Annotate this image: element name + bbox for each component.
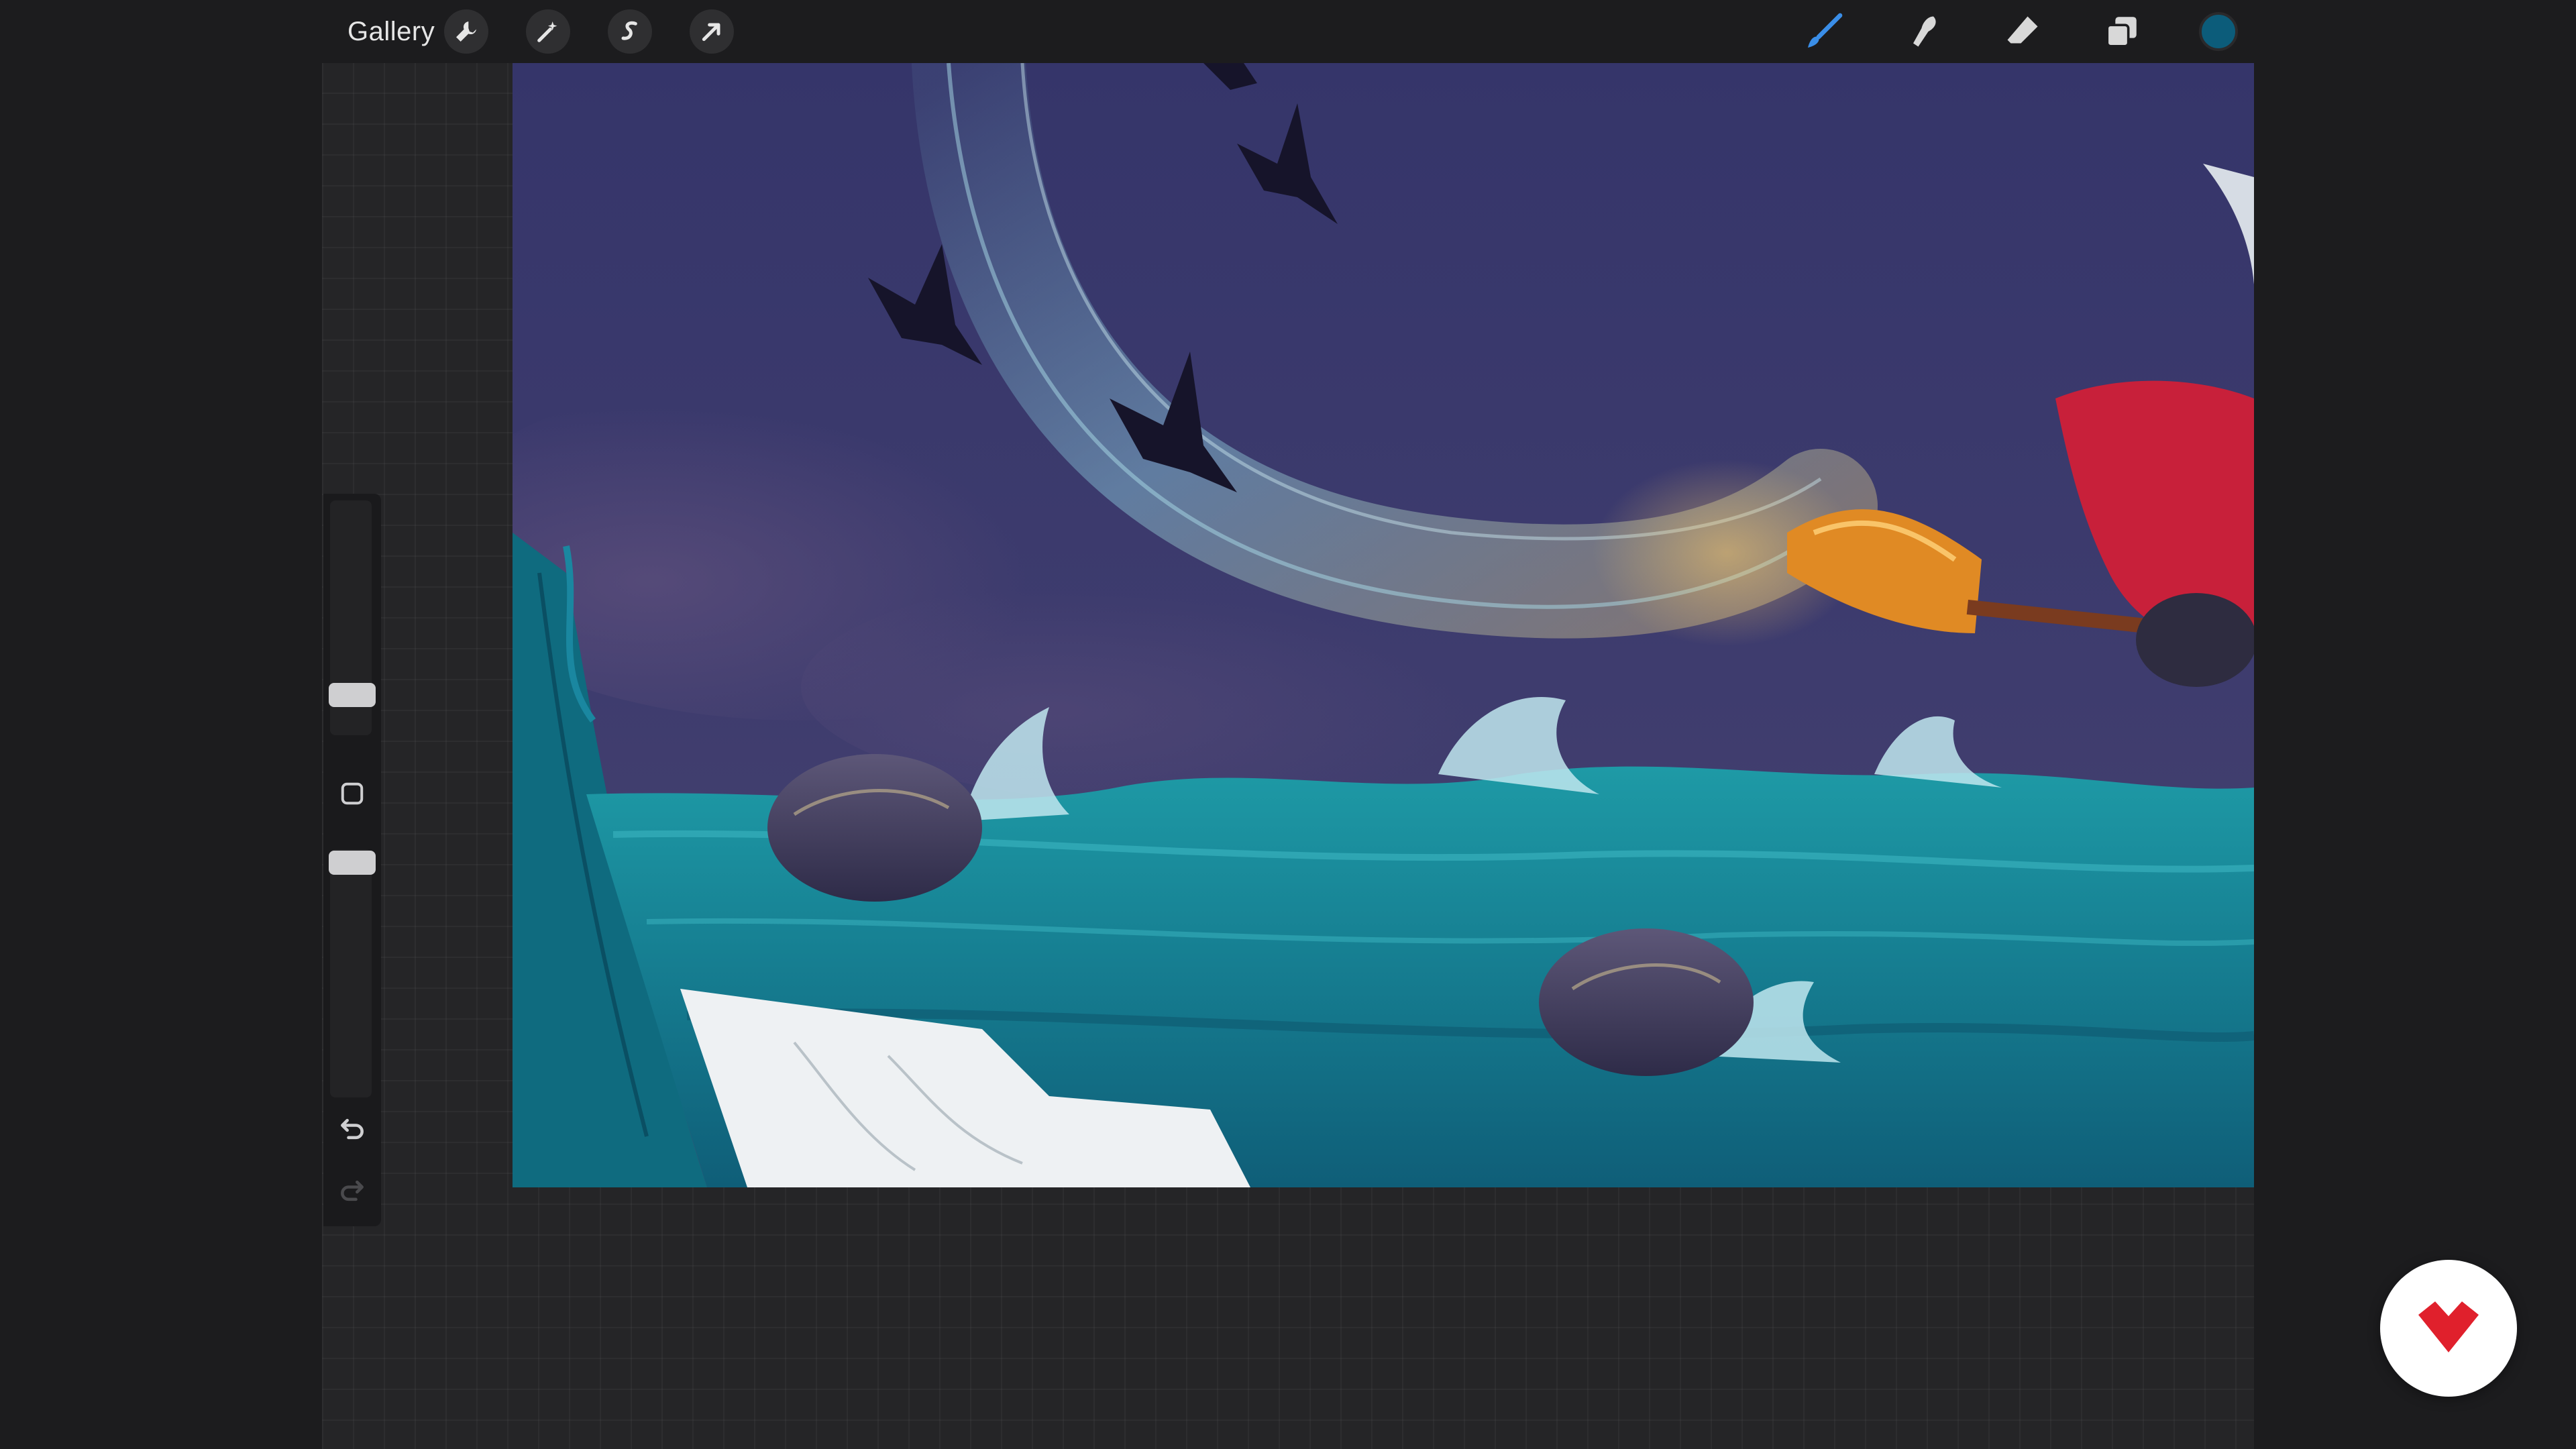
- adjustments-magic-wand-icon[interactable]: [526, 9, 570, 54]
- layers-icon[interactable]: [2098, 8, 2145, 55]
- procreate-screen: Gallery: [322, 0, 2254, 1449]
- modify-square-icon[interactable]: [339, 781, 365, 806]
- drawing-canvas[interactable]: [513, 63, 2254, 1187]
- actions-wrench-icon[interactable]: [444, 9, 488, 54]
- transform-arrow-icon[interactable]: [690, 9, 734, 54]
- domestika-logo-icon: [2380, 1260, 2517, 1397]
- redo-icon[interactable]: [335, 1174, 369, 1208]
- top-toolbar: Gallery: [322, 0, 2254, 63]
- eraser-icon[interactable]: [1999, 8, 2046, 55]
- brush-icon[interactable]: [1801, 8, 1847, 55]
- brush-size-slider-thumb[interactable]: [329, 683, 376, 707]
- opacity-slider[interactable]: [329, 849, 376, 1097]
- undo-icon[interactable]: [335, 1112, 369, 1146]
- color-picker-swatch[interactable]: [2199, 12, 2238, 51]
- brush-size-slider[interactable]: [329, 500, 376, 735]
- gallery-button[interactable]: Gallery: [347, 15, 435, 48]
- opacity-slider-thumb[interactable]: [329, 851, 376, 875]
- smudge-icon[interactable]: [1900, 8, 1947, 55]
- selection-s-icon[interactable]: [608, 9, 652, 54]
- left-sidebar: [323, 494, 381, 1226]
